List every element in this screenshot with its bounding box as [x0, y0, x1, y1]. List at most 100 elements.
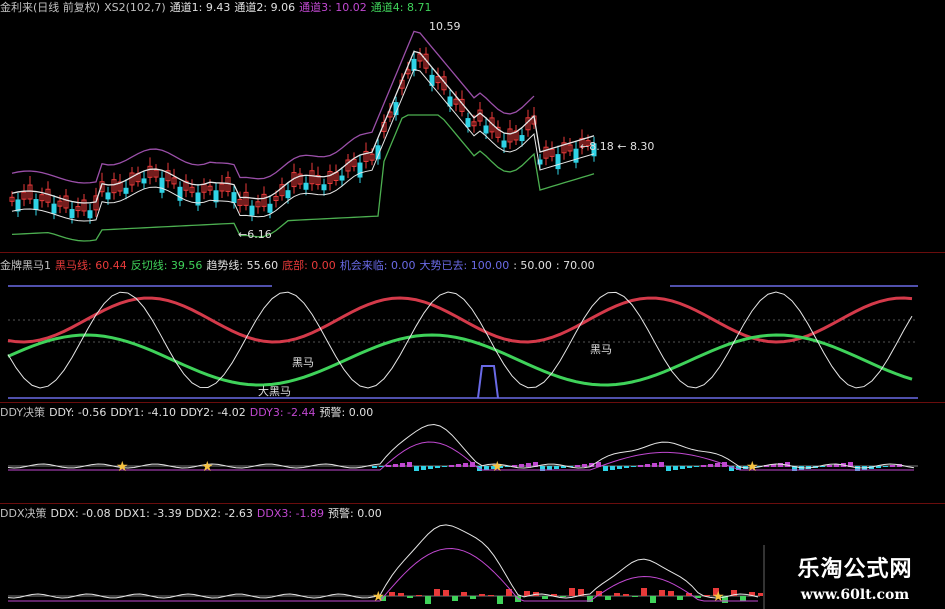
legend-item: 预警: 0.00 [319, 406, 374, 419]
ddy-bar [519, 464, 524, 467]
candlestick [249, 205, 255, 216]
ddy-bar [393, 464, 398, 467]
ddx-bar [560, 596, 566, 597]
ddy-line [7, 424, 915, 469]
legend-item: 预警: 0.00 [328, 507, 382, 520]
legend-item: DDY3: -2.44 [249, 406, 316, 419]
ddx-bar [605, 596, 611, 600]
legend-item: 机会来临: 0.00 [339, 259, 416, 272]
trend-white-line [7, 291, 913, 389]
ddx-bar [542, 596, 548, 599]
ddy-bar [708, 464, 713, 467]
ddy-bar [407, 462, 412, 467]
ddx-bar [740, 596, 746, 601]
ddy-signal-star: ★ [116, 459, 129, 475]
ddy-bar [652, 463, 657, 467]
ddy-bar [449, 465, 454, 467]
legend-item: 趋势线: 55.60 [206, 259, 279, 272]
candlestick [519, 135, 525, 142]
candlestick [501, 140, 507, 148]
candlestick [321, 184, 327, 191]
ddx-bar [668, 591, 674, 596]
candlestick [105, 192, 111, 200]
ddy-bar [603, 466, 608, 471]
ddx-bar [623, 594, 629, 596]
ddx-bar [416, 595, 422, 596]
ddy-bar [673, 466, 678, 470]
ddy-bar [890, 465, 895, 467]
ddx-bar [389, 592, 395, 596]
candlestick [213, 190, 219, 203]
ddx-panel-legend: DDX决策 DDX: -0.08 DDX1: -3.39 DDX2: -2.63 DDX… [0, 507, 386, 520]
ddx-bar [497, 596, 503, 604]
legend-item: 通道3: 10.02 [299, 1, 367, 14]
legend-item: DDY: -0.56 [49, 406, 107, 419]
ddy-bar [778, 463, 783, 467]
legend-item: 金利来(日线 前复权) [0, 1, 101, 14]
candlestick [267, 203, 273, 213]
ddy-bar [463, 463, 468, 467]
ddx-bar [452, 596, 458, 601]
price-ma-line [11, 50, 595, 204]
ddx-bar [632, 596, 638, 597]
ddx-bar [434, 589, 440, 596]
legend-item: DDX决策 [0, 507, 47, 520]
ddy-bar [547, 466, 552, 470]
watermark-title: 乐淘公式网 [797, 556, 913, 582]
opportunity-marker [477, 365, 499, 399]
ddx-signal-star: ★ [372, 589, 385, 605]
ddx-bar [569, 588, 575, 596]
ddy-bar [435, 466, 440, 468]
candlestick [231, 192, 237, 204]
candlestick [555, 154, 561, 170]
ddx-bar [650, 596, 656, 603]
ddy-bar [680, 466, 685, 469]
ddy-bar [645, 464, 650, 467]
ddy-signal-star: ★ [746, 459, 759, 475]
legend-item: 通道4: 8.71 [370, 1, 432, 14]
candlestick [33, 199, 39, 211]
candlestick [51, 203, 57, 214]
ddx-bar [398, 593, 404, 596]
candlestick [123, 187, 129, 194]
ddx-bar [425, 596, 431, 604]
ddx-bar [461, 592, 467, 596]
ddx-signal-star: ★ [712, 589, 725, 605]
candlestick [285, 190, 291, 199]
ddx-bar [641, 588, 647, 596]
ddy-bar [701, 465, 706, 467]
ddx-bar [470, 596, 476, 599]
ddy-bar [554, 466, 559, 469]
ddx-bar [677, 596, 683, 600]
ddx-bar [479, 594, 485, 596]
ddy-bar [827, 465, 832, 467]
ddy-bar [631, 466, 636, 467]
ddy-bar [442, 466, 447, 467]
ddy-bar [687, 466, 692, 468]
da-heima-label: 大黑马 [258, 385, 291, 398]
legend-item: : 70.00 [555, 259, 595, 272]
candlestick [69, 209, 75, 219]
ddy-bar [659, 462, 664, 467]
heima-label: 黑马 [590, 343, 612, 356]
candlestick [303, 182, 309, 190]
candlestick [573, 148, 579, 163]
watermark-url: www.60lt.com [800, 587, 910, 603]
ddy-bar [715, 463, 720, 467]
candlestick [87, 210, 93, 219]
ddy-bar [617, 466, 622, 469]
ddy-bar [610, 466, 615, 470]
ddy-bar [414, 466, 419, 471]
legend-item: 大势已去: 100.00 [419, 259, 510, 272]
ddy-bar [400, 463, 405, 467]
ddy-bar [372, 466, 377, 468]
ddx-bar [659, 590, 665, 596]
legend-item: DDX3: -1.89 [256, 507, 325, 520]
legend-item: 金牌黑马1 [0, 259, 51, 272]
legend-item: DDY1: -4.10 [110, 406, 177, 419]
heima-label: 黑马 [292, 356, 314, 369]
ddy-signal-star: ★ [201, 459, 214, 475]
price-ma-line-2 [11, 68, 595, 222]
candlestick [357, 162, 363, 178]
ddy-bar [666, 466, 671, 471]
